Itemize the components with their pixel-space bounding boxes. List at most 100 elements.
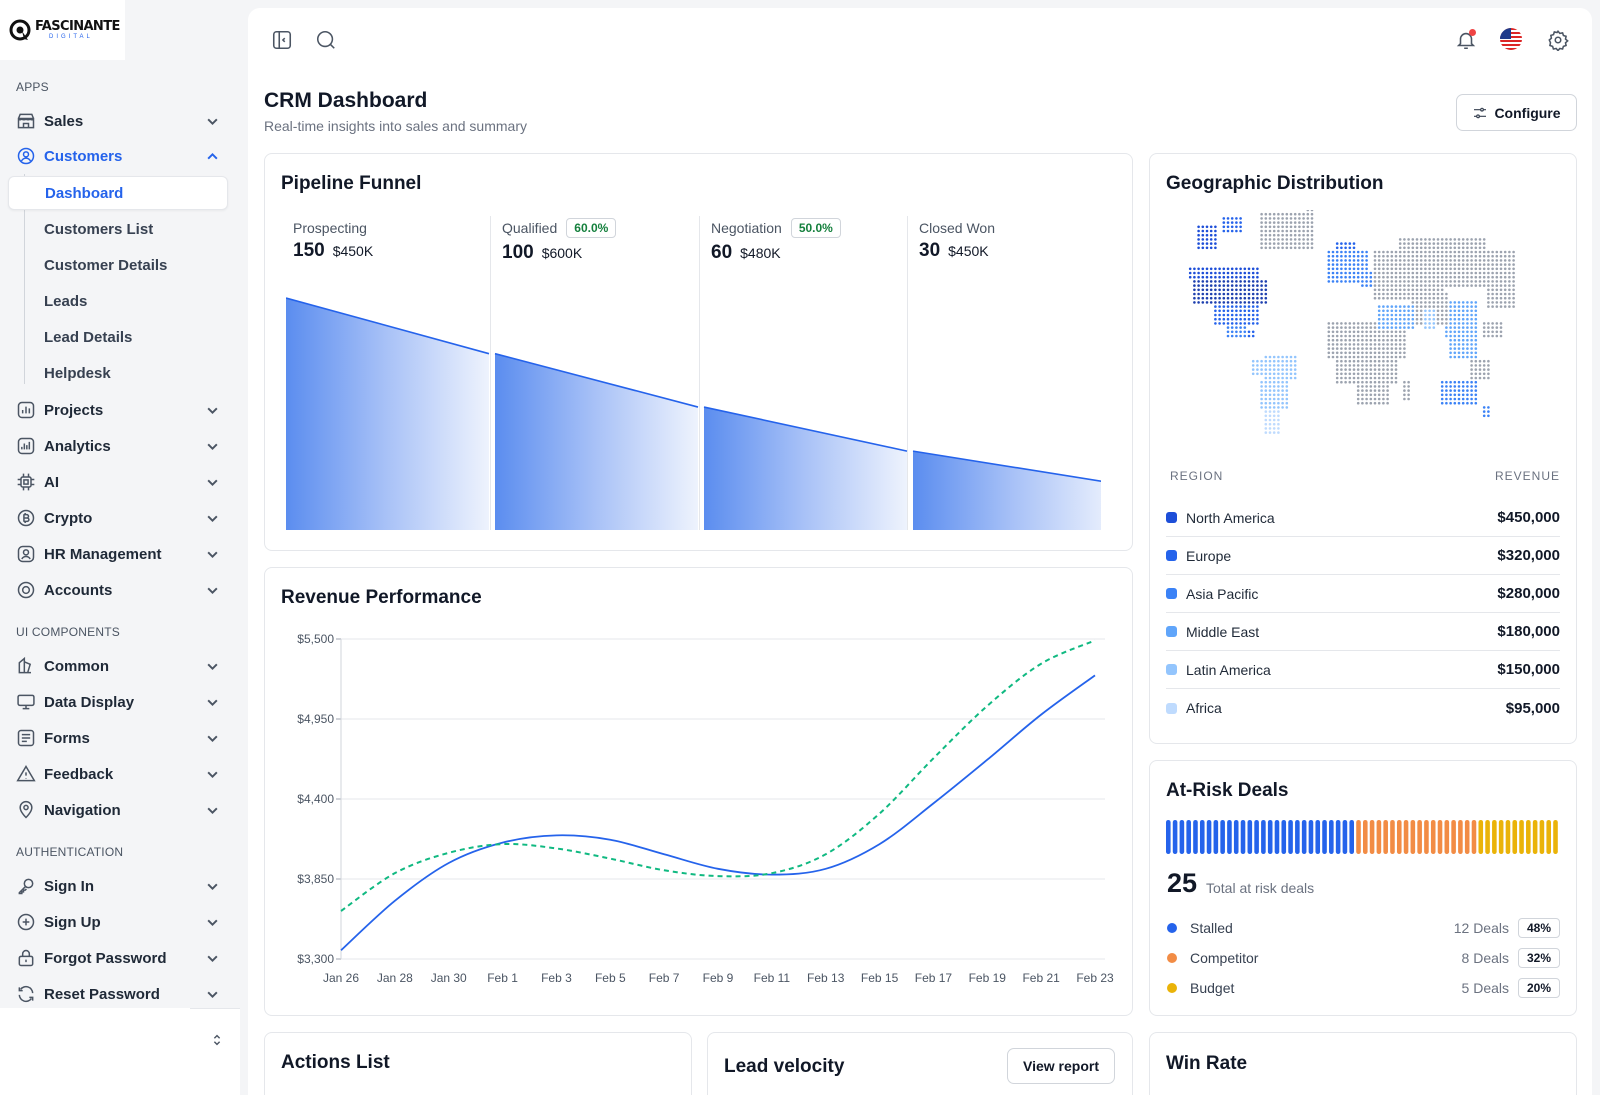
store-icon	[16, 111, 36, 131]
map-dot	[1205, 284, 1209, 287]
map-dot	[1331, 326, 1335, 329]
map-dot	[1487, 410, 1490, 413]
map-dot	[1445, 389, 1448, 392]
sidebar-item-sign-up[interactable]: Sign Up	[9, 905, 231, 939]
sidebar-item-forgot-password[interactable]: Forgot Password	[9, 941, 231, 975]
map-dot	[1268, 246, 1272, 250]
map-dot	[1264, 242, 1268, 245]
map-dot	[1474, 343, 1478, 346]
sidebar-item-navigation[interactable]: Navigation	[9, 793, 231, 827]
y-tick-label: $5,500	[297, 632, 334, 646]
map-dot	[1424, 242, 1427, 245]
sidebar-item-analytics[interactable]: Analytics	[9, 429, 231, 463]
region-row[interactable]: North America $450,000	[1166, 499, 1560, 537]
sidebar-item-common[interactable]: Common	[9, 649, 231, 683]
sidebar-item-sign-in[interactable]: Sign In	[9, 869, 231, 903]
map-dot	[1419, 322, 1423, 325]
sidebar-item-customers[interactable]: Customers	[9, 139, 231, 173]
search-icon[interactable]	[315, 29, 337, 51]
x-tick-label: Feb 11	[754, 971, 791, 985]
view-report-button[interactable]: View report	[1007, 1048, 1115, 1084]
map-dot	[1239, 288, 1242, 292]
map-dot	[1512, 275, 1515, 279]
map-dot	[1428, 271, 1431, 275]
region-row[interactable]: Latin America $150,000	[1166, 651, 1560, 689]
sidebar-item-ai[interactable]: AI	[9, 465, 231, 499]
sidebar-item-accounts[interactable]: Accounts	[9, 573, 231, 607]
map-dot	[1495, 292, 1499, 296]
map-dot	[1407, 263, 1410, 266]
map-dot	[1373, 284, 1377, 287]
chevron-down-icon	[206, 732, 219, 745]
map-dot	[1445, 284, 1448, 287]
sidebar-subitem-dashboard[interactable]: Dashboard	[8, 176, 228, 210]
map-dot	[1331, 351, 1335, 355]
sidebar-toggle-icon[interactable]	[271, 29, 293, 51]
map-dot	[1377, 322, 1381, 325]
map-dot	[1436, 246, 1440, 250]
map-dot	[1272, 246, 1276, 250]
map-dot	[1390, 380, 1394, 384]
map-dot	[1487, 330, 1490, 334]
sidebar-subitem-customer-details[interactable]: Customer Details	[8, 248, 228, 282]
map-dot	[1243, 326, 1247, 329]
map-dot	[1466, 351, 1469, 355]
map-dot	[1260, 288, 1263, 292]
map-dot	[1495, 305, 1499, 308]
region-row[interactable]: Asia Pacific $280,000	[1166, 575, 1560, 613]
sidebar-item-label: Forgot Password	[44, 949, 167, 967]
sidebar-footer-toggle[interactable]	[190, 1008, 240, 1095]
sidebar-subitem-helpdesk[interactable]: Helpdesk	[8, 356, 228, 390]
map-dot	[1281, 242, 1284, 245]
map-dot	[1218, 275, 1221, 279]
gear-icon[interactable]	[1547, 29, 1569, 51]
sidebar-item-reset-password[interactable]: Reset Password	[9, 977, 231, 1011]
us-flag-icon[interactable]	[1500, 28, 1522, 50]
map-dot	[1386, 343, 1389, 346]
sidebar-item-hr-management[interactable]: HR Management	[9, 537, 231, 571]
sidebar-item-crypto[interactable]: Crypto	[9, 501, 231, 535]
sidebar-subitem-customers-list[interactable]: Customers List	[8, 212, 228, 246]
map-dot	[1466, 322, 1469, 325]
map-dot	[1466, 313, 1469, 317]
map-dot	[1512, 250, 1515, 254]
region-row[interactable]: Europe $320,000	[1166, 537, 1560, 575]
region-revenue: $280,000	[1497, 585, 1560, 602]
map-dot	[1247, 271, 1251, 275]
configure-button[interactable]: Configure	[1456, 94, 1577, 131]
map-dot	[1361, 271, 1364, 275]
map-dot	[1251, 284, 1255, 287]
map-dot	[1340, 259, 1343, 262]
map-dot	[1461, 309, 1465, 313]
map-dot	[1251, 288, 1255, 292]
map-dot	[1356, 330, 1360, 334]
brand-logo[interactable]: FASCINANTE DIGITAL	[0, 0, 125, 60]
sidebar-item-forms[interactable]: Forms	[9, 721, 231, 755]
sidebar-item-projects[interactable]: Projects	[9, 393, 231, 427]
map-dot	[1398, 246, 1402, 250]
map-dot	[1260, 284, 1263, 287]
map-dot	[1247, 334, 1251, 338]
map-dot	[1214, 296, 1217, 300]
map-dot	[1268, 393, 1272, 397]
map-dot	[1268, 372, 1272, 376]
map-dot	[1512, 305, 1515, 308]
region-row[interactable]: Africa $95,000	[1166, 689, 1560, 727]
sidebar-item-feedback[interactable]: Feedback	[9, 757, 231, 791]
sidebar-item-data-display[interactable]: Data Display	[9, 685, 231, 719]
map-dot	[1369, 368, 1373, 371]
map-dot	[1268, 376, 1272, 380]
map-dot	[1432, 254, 1436, 258]
sidebar-subitem-lead-details[interactable]: Lead Details	[8, 320, 228, 354]
risk-bar-pill	[1349, 820, 1354, 854]
sidebar-subitem-leads[interactable]: Leads	[8, 284, 228, 318]
map-dot	[1466, 305, 1469, 308]
map-dot	[1445, 271, 1448, 275]
map-dot	[1495, 334, 1499, 338]
map-dot	[1268, 410, 1272, 413]
region-row[interactable]: Middle East $180,000	[1166, 613, 1560, 651]
risk-bar-pill	[1240, 820, 1246, 854]
map-dot	[1373, 254, 1377, 258]
sidebar-item-sales[interactable]: Sales	[9, 104, 231, 138]
map-dot	[1461, 334, 1465, 338]
